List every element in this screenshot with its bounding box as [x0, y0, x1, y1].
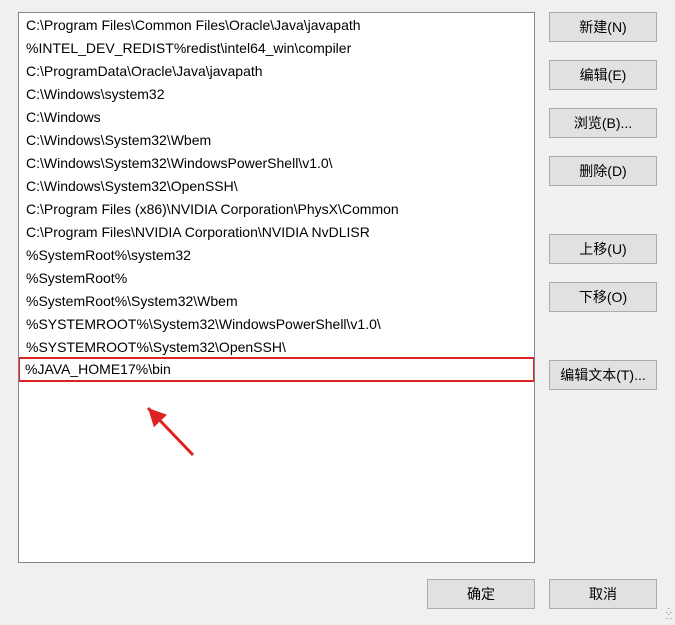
list-item[interactable]: %JAVA_HOME17%\bin [18, 357, 535, 382]
list-item[interactable]: C:\Windows\System32\OpenSSH\ [19, 174, 534, 197]
dialog-buttons: 确定 取消 [427, 579, 657, 609]
list-item[interactable]: C:\Windows [19, 105, 534, 128]
spacer [549, 204, 657, 216]
ok-button[interactable]: 确定 [427, 579, 535, 609]
cancel-button[interactable]: 取消 [549, 579, 657, 609]
list-item[interactable]: C:\Windows\System32\WindowsPowerShell\v1… [19, 151, 534, 174]
spacer [549, 330, 657, 342]
list-item[interactable]: C:\Windows\system32 [19, 82, 534, 105]
path-listbox[interactable]: C:\Program Files\Common Files\Oracle\Jav… [18, 12, 535, 563]
list-item[interactable]: C:\Program Files\Common Files\Oracle\Jav… [19, 13, 534, 36]
new-button[interactable]: 新建(N) [549, 12, 657, 42]
main-panel: C:\Program Files\Common Files\Oracle\Jav… [18, 12, 657, 563]
browse-button[interactable]: 浏览(B)... [549, 108, 657, 138]
list-item[interactable]: C:\Windows\System32\Wbem [19, 128, 534, 151]
list-item[interactable]: %INTEL_DEV_REDIST%redist\intel64_win\com… [19, 36, 534, 59]
list-item[interactable]: %SystemRoot%\system32 [19, 243, 534, 266]
list-item[interactable]: %SystemRoot%\System32\Wbem [19, 289, 534, 312]
list-item[interactable]: %SYSTEMROOT%\System32\WindowsPowerShell\… [19, 312, 534, 335]
list-item[interactable]: C:\Program Files (x86)\NVIDIA Corporatio… [19, 197, 534, 220]
list-item[interactable]: C:\ProgramData\Oracle\Java\javapath [19, 59, 534, 82]
list-item[interactable]: %SYSTEMROOT%\System32\OpenSSH\ [19, 335, 534, 358]
resize-grip-icon[interactable]: ∴∴ [659, 609, 673, 623]
move-up-button[interactable]: 上移(U) [549, 234, 657, 264]
edit-button[interactable]: 编辑(E) [549, 60, 657, 90]
list-item[interactable]: %SystemRoot% [19, 266, 534, 289]
delete-button[interactable]: 删除(D) [549, 156, 657, 186]
side-buttons: 新建(N) 编辑(E) 浏览(B)... 删除(D) 上移(U) 下移(O) 编… [549, 12, 657, 563]
move-down-button[interactable]: 下移(O) [549, 282, 657, 312]
edit-text-button[interactable]: 编辑文本(T)... [549, 360, 657, 390]
list-item[interactable]: C:\Program Files\NVIDIA Corporation\NVID… [19, 220, 534, 243]
